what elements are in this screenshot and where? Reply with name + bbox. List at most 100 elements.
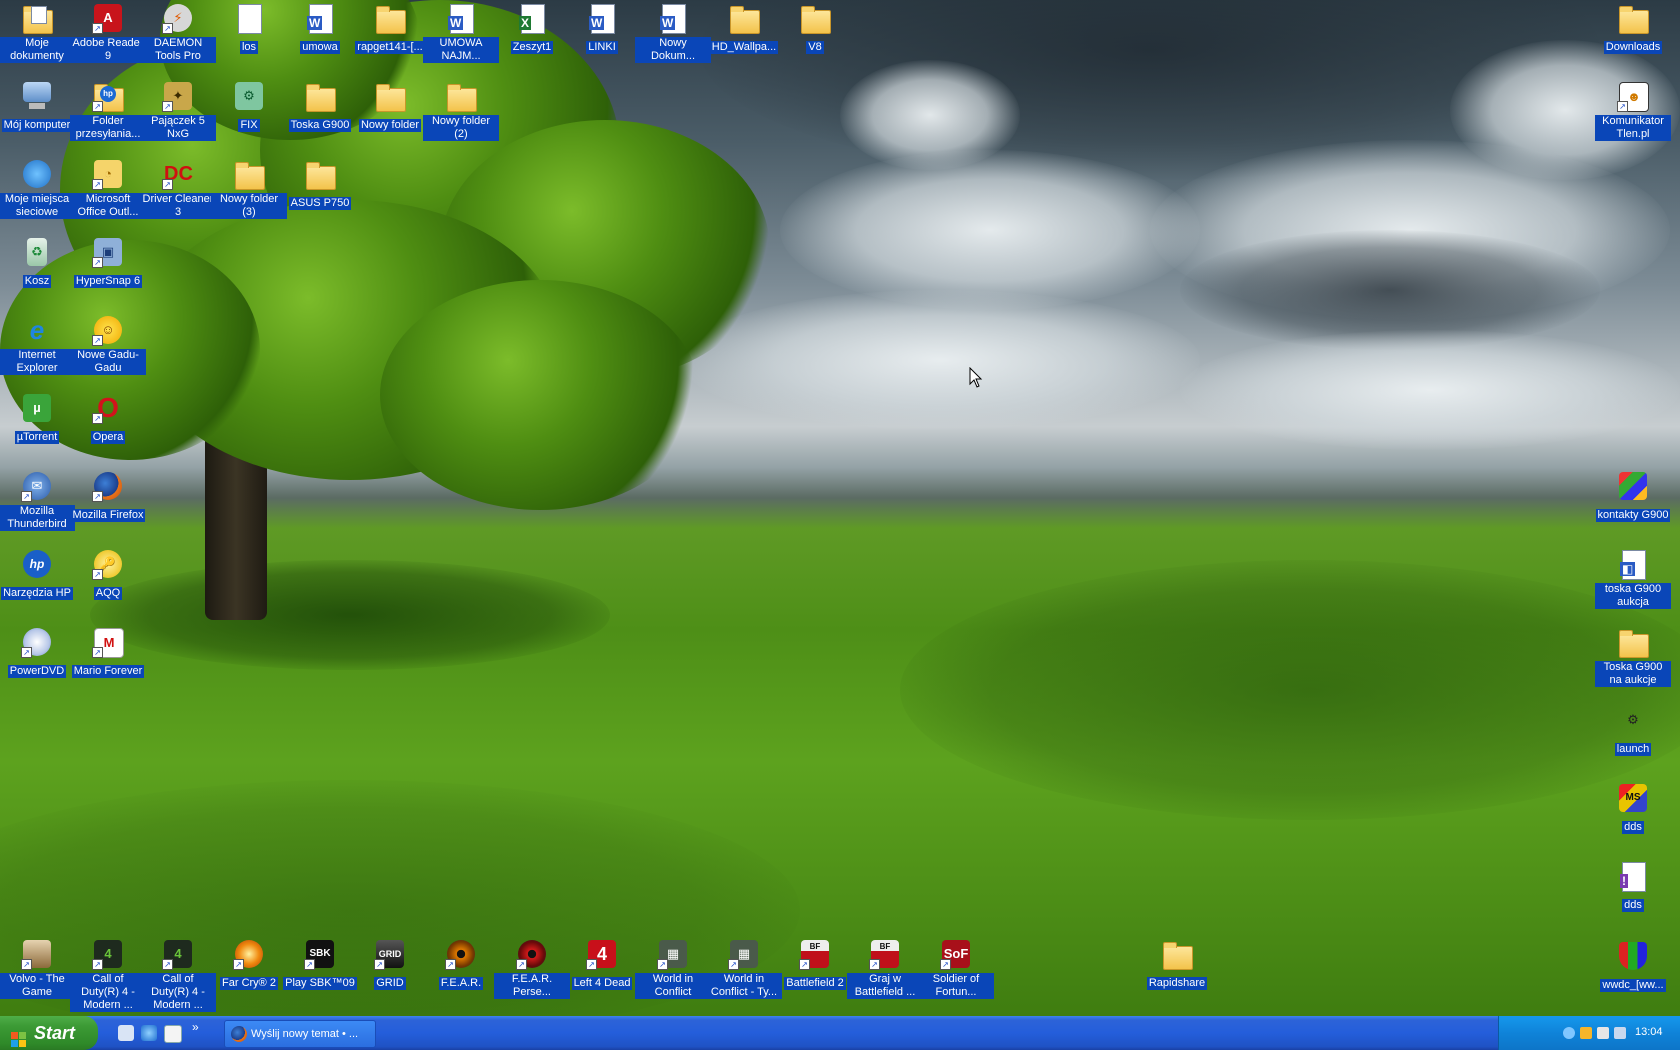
word-document-icon: W [445, 2, 477, 34]
desktop-icon-left-4-dead[interactable]: 4 ↗ Left 4 Dead [564, 938, 640, 991]
desktop-icon-fear[interactable]: ↗ F.E.A.R. [423, 938, 499, 991]
desktop-icon-pajaczek[interactable]: ✦ ↗ Pajączek 5 NxG [140, 80, 216, 142]
cod4-icon: 4 ↗ [92, 938, 124, 970]
desktop-icon-world-in-conflict-ty[interactable]: ▦ ↗ World in Conflict - Ty... [706, 938, 782, 1000]
desktop-icon-toska-g900-aukcja[interactable]: ◧ toska G900 aukcja [1595, 548, 1671, 610]
desktop-icon-launch[interactable]: ⚙ launch [1595, 704, 1671, 757]
desktop-icon-zeszyt1[interactable]: X Zeszyt1 [494, 2, 570, 55]
hp-folder-icon: hp ↗ [92, 80, 124, 112]
desktop-icon-sbk09[interactable]: SBK ↗ Play SBK™09 [282, 938, 358, 991]
desktop-icon-nowy-folder-2[interactable]: Nowy folder (2) [423, 80, 499, 142]
notepad-quick-icon[interactable] [164, 1025, 182, 1043]
desktop-icon-adobe-reader[interactable]: A ↗ Adobe Reader 9 [70, 2, 146, 64]
desktop-icon-dds-2[interactable]: ! dds [1595, 860, 1671, 913]
excel-document-icon: X [516, 2, 548, 34]
wallpaper-cloud [1180, 330, 1680, 450]
clock[interactable]: 13:04 [1635, 1026, 1663, 1038]
daemon-tools-icon: ⚡ ↗ [162, 2, 194, 34]
documents-folder-icon [21, 2, 53, 34]
tray-volume-icon[interactable] [1614, 1027, 1626, 1039]
desktop-icon-gadu-gadu[interactable]: ☺ ↗ Nowe Gadu-Gadu [70, 314, 146, 376]
cod4-icon: 4 ↗ [162, 938, 194, 970]
start-button[interactable]: Start [0, 1016, 98, 1050]
desktop-icon-moje-miejsca-sieciowe[interactable]: Moje miejsca sieciowe [0, 158, 75, 220]
wallpaper-tree-shadow [90, 560, 610, 670]
desktop-icon-folder-przesylania[interactable]: hp ↗ Folder przesyłania... [70, 80, 146, 142]
taskbar-button-firefox[interactable]: Wyślij nowy temat • ... [224, 1020, 376, 1048]
desktop-icon-opera[interactable]: O ↗ Opera [70, 392, 146, 445]
desktop-icon-utorrent[interactable]: µ µTorrent [0, 392, 75, 445]
dds-file-icon: ! [1617, 860, 1649, 892]
desktop-icon-wwdc[interactable]: wwdc_[ww... [1595, 940, 1671, 993]
folder-icon [445, 80, 477, 112]
desktop-icon-linki[interactable]: W LINKI [564, 2, 640, 55]
desktop-icon-toska-g900[interactable]: Toska G900 [282, 80, 358, 133]
fear-perseus-icon: ↗ [516, 938, 548, 970]
desktop-icon-hd-wallpa[interactable]: HD_Wallpa... [706, 2, 782, 55]
desktop-icon-rapidshare[interactable]: Rapidshare [1139, 938, 1215, 991]
outlook-icon: ◔ ↗ [92, 158, 124, 190]
desktop-icon-battlefield-2[interactable]: BF ↗ Battlefield 2 [777, 938, 853, 991]
wallpaper-tree-foliage [380, 280, 700, 510]
desktop-icon-moj-komputer[interactable]: Mój komputer [0, 80, 75, 133]
desktop-icon-toska-g900-na-aukcje[interactable]: Toska G900 na aukcje [1595, 626, 1671, 688]
desktop-icon-asus-p750[interactable]: ASUS P750 [282, 158, 358, 211]
desktop-icon-tlen[interactable]: ☻ ↗ Komunikator Tlen.pl [1595, 80, 1671, 142]
tray-network-icon[interactable] [1563, 1027, 1575, 1039]
desktop-icon-moje-dokumenty[interactable]: Moje dokumenty [0, 2, 75, 64]
desktop-icon-daemon-tools[interactable]: ⚡ ↗ DAEMON Tools Pro [140, 2, 216, 64]
folder-icon [233, 158, 265, 190]
system-tray: 13:04 [1498, 1016, 1680, 1050]
desktop-icon-v8[interactable]: V8 [777, 2, 853, 55]
tlen-icon: ☻ ↗ [1617, 80, 1649, 112]
tray-app-icon[interactable] [1580, 1027, 1592, 1039]
start-label: Start [34, 1023, 76, 1043]
desktop-icon-nowy-folder[interactable]: Nowy folder [352, 80, 428, 133]
desktop-icon-los[interactable]: los [211, 2, 287, 55]
document-icon [233, 2, 265, 34]
folder-icon [1617, 626, 1649, 658]
desktop-icon-fear-perseus[interactable]: ↗ F.E.A.R. Perse... [494, 938, 570, 1000]
desktop-icon-thunderbird[interactable]: ✉ ↗ Mozilla Thunderbird [0, 470, 75, 532]
desktop-icon-volvo-game[interactable]: ↗ Volvo - The Game [0, 938, 75, 1000]
desktop-icon-umowa[interactable]: W umowa [282, 2, 358, 55]
desktop-icon-aqq[interactable]: 🔑 ↗ AQQ [70, 548, 146, 601]
desktop-icon-soldier-of-fortune[interactable]: SoF ↗ Soldier of Fortun... [918, 938, 994, 1000]
desktop-icon-hypersnap[interactable]: ▣ ↗ HyperSnap 6 [70, 236, 146, 289]
tray-gear-icon[interactable] [1597, 1027, 1609, 1039]
desktop-icon-outlook[interactable]: ◔ ↗ Microsoft Office Outl... [70, 158, 146, 220]
desktop-icon-umowa-najm[interactable]: W UMOWA NAJM... [423, 2, 499, 64]
desktop-icon-kosz[interactable]: ♻ Kosz [0, 236, 75, 289]
desktop-icon-far-cry-2[interactable]: ↗ Far Cry® 2 [211, 938, 287, 991]
desktop-icon-narzedzia-hp[interactable]: hp Narzędzia HP [0, 548, 75, 601]
desktop-icon-graj-w-battlefield[interactable]: BF ↗ Graj w Battlefield ... [847, 938, 923, 1000]
powerdvd-icon: ↗ [21, 626, 53, 658]
desktop-show-icon[interactable] [118, 1025, 134, 1041]
volvo-game-icon: ↗ [21, 938, 53, 970]
desktop-icon-fix[interactable]: ⚙ FIX [211, 80, 287, 133]
desktop-icon-downloads[interactable]: Downloads [1595, 2, 1671, 55]
word-document-icon: W [586, 2, 618, 34]
desktop[interactable]: Moje dokumenty A ↗ Adobe Reader 9 ⚡ ↗ DAEM… [0, 0, 1680, 1016]
world-in-conflict-icon: ▦ ↗ [728, 938, 760, 970]
sof-icon: SoF ↗ [940, 938, 972, 970]
world-in-conflict-icon: ▦ ↗ [657, 938, 689, 970]
desktop-icon-kontakty-g900[interactable]: kontakty G900 [1595, 470, 1671, 523]
desktop-icon-firefox[interactable]: ↗ Mozilla Firefox [70, 470, 146, 523]
desktop-icon-dds-1[interactable]: MS dds [1595, 782, 1671, 835]
desktop-icon-rapget[interactable]: rapget141-[... [352, 2, 428, 55]
mario-icon: M ↗ [92, 626, 124, 658]
desktop-icon-cod4-2[interactable]: 4 ↗ Call of Duty(R) 4 - Modern ... [140, 938, 216, 1013]
ie-quick-icon[interactable] [141, 1025, 157, 1041]
launch-icon: ⚙ [1627, 712, 1639, 727]
desktop-icon-mario-forever[interactable]: M ↗ Mario Forever [70, 626, 146, 679]
desktop-icon-cod4-1[interactable]: 4 ↗ Call of Duty(R) 4 - Modern ... [70, 938, 146, 1013]
quick-launch-overflow-button[interactable]: » [192, 1020, 199, 1034]
desktop-icon-nowy-dokument[interactable]: W Nowy Dokum... [635, 2, 711, 64]
desktop-icon-world-in-conflict[interactable]: ▦ ↗ World in Conflict [635, 938, 711, 1000]
desktop-icon-nowy-folder-3[interactable]: Nowy folder (3) [211, 158, 287, 220]
desktop-icon-grid[interactable]: GRID ↗ GRID [352, 938, 428, 991]
desktop-icon-powerdvd[interactable]: ↗ PowerDVD [0, 626, 75, 679]
desktop-icon-internet-explorer[interactable]: e Internet Explorer [0, 314, 75, 376]
desktop-icon-driver-cleaner[interactable]: DC ↗ Driver Cleaner 3 [140, 158, 216, 220]
